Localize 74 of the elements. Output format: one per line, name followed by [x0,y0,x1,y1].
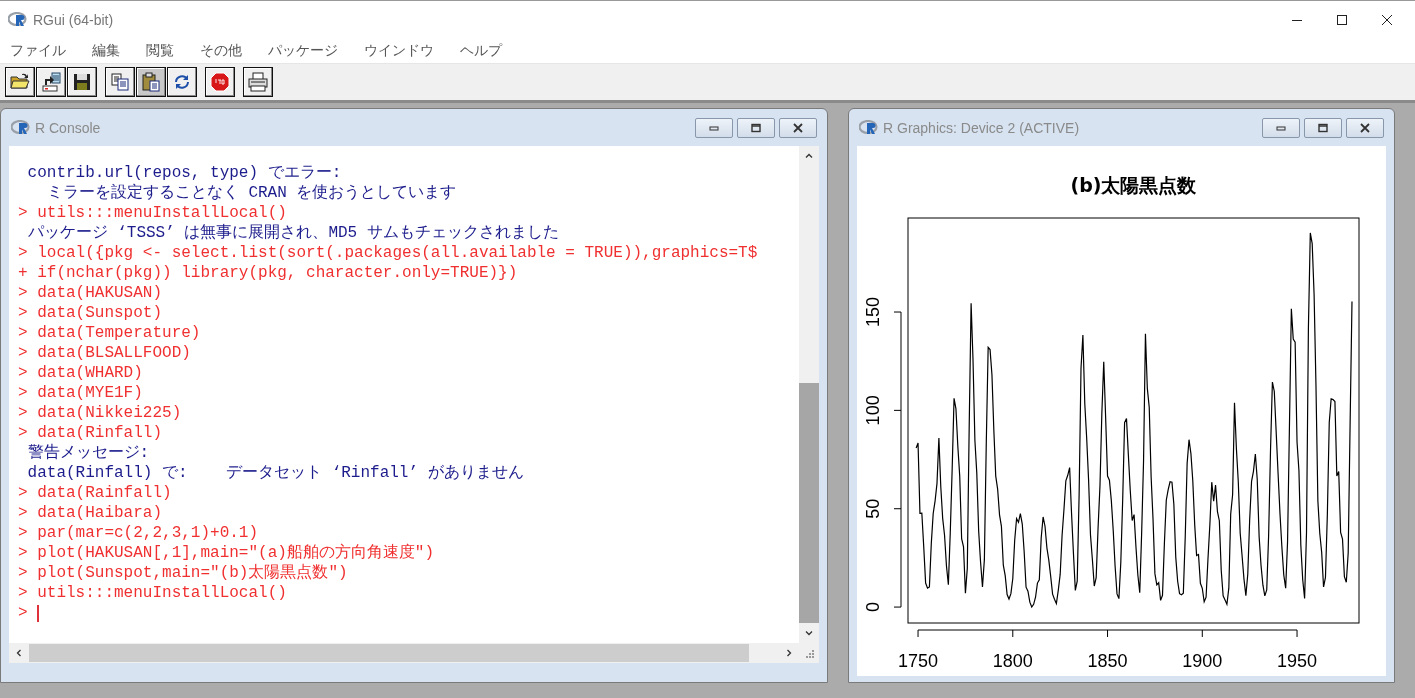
console-command: > data(WHARD) [18,363,143,383]
console-command: > data(Nikkei225) [18,403,182,423]
console-command: > data(Sunspot) [18,303,163,323]
close-icon [791,121,805,134]
console-output: パッケージ ‘TSSS’ は無事に展開され、MD5 サムもチェックされました [26,223,559,243]
console-command: > par(mar=c(2,2,3,1)+0.1) [18,523,259,543]
restore-button[interactable] [737,117,775,138]
graphics-window-title: R Graphics: Device 2 (ACTIVE) [883,119,1080,136]
console-command: > data(Rinfall) [18,423,163,443]
console-command: > data(BLSALLFOOD) [18,343,191,363]
x-tick-label: 1800 [992,651,1033,671]
paste-button[interactable] [136,67,166,97]
console-command: > data(Rainfall) [18,483,172,503]
x-tick-label: 1850 [1087,651,1128,671]
console-output: 警告メッセージ: [26,443,150,463]
menu-item[interactable]: ファイル [10,41,66,60]
console-output: ミラーを設定することなく CRAN を使おうとしています [45,183,457,203]
close-icon [1358,121,1372,134]
console-command: > data(HAKUSAN) [18,283,163,303]
y-tick-label: 50 [863,498,883,519]
console-command: > plot(HAKUSAN[,1],main="(a)船舶の方向角速度") [18,543,435,563]
console-area[interactable] [9,146,799,643]
r-logo-icon [8,11,28,28]
x-tick-label: 1950 [1277,651,1318,671]
close-button[interactable] [779,117,817,138]
menu-item[interactable]: 閲覧 [146,41,174,60]
load-file-button[interactable] [36,67,66,97]
menu-item[interactable]: ウインドウ [364,41,434,60]
window-title: RGui (64-bit) [33,11,114,28]
floppy-disk-button[interactable] [67,67,97,97]
paste-icon [140,71,162,93]
open-folder-button[interactable] [5,67,35,97]
x-tick-label: 1900 [1182,651,1223,671]
console-command: > utils:::menuInstallLocal() [18,203,287,223]
restore-button[interactable] [1304,117,1342,138]
close-icon[interactable] [1381,13,1393,26]
console-command: > data(MYE1F) [18,383,143,403]
chart-title: (b)太陽黒点数 [1070,174,1197,196]
y-tick-label: 100 [863,395,883,426]
y-tick-label: 150 [863,297,883,328]
copy-icon [109,71,131,93]
console-output: contrib.url(repos, type) でエラー: [26,163,342,183]
text-cursor [36,604,39,622]
restore-icon [749,121,763,134]
r-logo-icon [859,119,879,136]
console-command: > utils:::menuInstallLocal() [18,583,287,603]
menu-item[interactable]: ヘルプ [460,41,502,60]
console-command: + if(nchar(pkg)) library(pkg, character.only=TRUE)}) [18,263,518,283]
menu-item[interactable]: 編集 [92,41,120,60]
menu-item[interactable]: その他 [200,41,242,60]
vertical-scrollbar[interactable] [799,146,819,643]
console-command: > plot(Sunspot,main="(b)太陽黒点数") [18,563,348,583]
console-command: > local({pkg <- select.list(sort(.packages(all.available = TRUE)),graphics=T$ [18,243,758,263]
resize-grip-icon[interactable] [804,648,814,658]
console-command: > data(Haibara) [18,503,163,523]
console-prompt: > [18,603,28,623]
load-file-icon [40,71,62,93]
r-logo-icon [11,119,31,136]
console-command: > data(Temperature) [18,323,201,343]
printer-icon [247,71,269,93]
refresh-button[interactable] [167,67,197,97]
copy-button[interactable] [105,67,135,97]
console-title: R Console [35,119,101,136]
stop-sign-icon [209,71,231,93]
horizontal-scrollbar[interactable] [9,643,819,663]
stop-sign-button[interactable] [205,67,235,97]
printer-button[interactable] [243,67,273,97]
close-button[interactable] [1346,117,1384,138]
maximize-icon[interactable] [1336,13,1348,26]
y-tick-label: 0 [863,602,883,613]
console-output: data(Rinfall) で: データセット ‘Rinfall’ がありません [26,463,524,483]
x-tick-label: 1750 [898,651,939,671]
restore-icon [1316,121,1330,134]
menu-item[interactable]: パッケージ [268,41,338,60]
